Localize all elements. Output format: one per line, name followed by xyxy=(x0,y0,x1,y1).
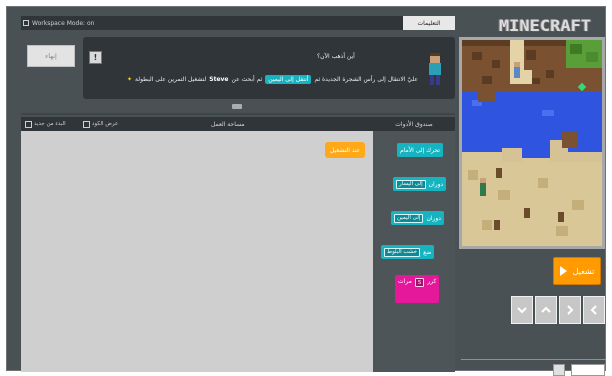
run-label: تشغيل xyxy=(572,266,595,276)
speed-toggle[interactable] xyxy=(553,364,565,376)
right-arrow-button[interactable] xyxy=(559,296,581,324)
block-repeat[interactable]: مرات 5 كرر xyxy=(395,275,440,303)
block-suffix: مرات xyxy=(398,278,412,285)
workspace-mode-link[interactable]: Workspace Mode: on xyxy=(23,17,94,29)
toolbox-header: صندوق الأدوات xyxy=(373,117,455,131)
block-label: دوران xyxy=(426,214,441,222)
block-field[interactable]: إلى اليسار xyxy=(396,179,426,189)
chevron-left-icon xyxy=(590,305,597,315)
run-button[interactable]: تشغيل xyxy=(553,257,601,285)
sun-icon: ✦ xyxy=(127,76,133,83)
instructions-text: ✦ لتشغيل التمرين على البطولة Steve ثم أب… xyxy=(127,75,418,84)
workspace-mode-label: Workspace Mode: on xyxy=(32,19,95,27)
minecraft-logo: MINECRAFT xyxy=(498,16,592,36)
block-turn-left[interactable]: إلى اليسار دوران xyxy=(393,177,447,191)
finish-button[interactable]: إنهاء xyxy=(27,45,75,67)
hint-icon[interactable]: ! xyxy=(89,51,102,64)
left-arrow-button[interactable] xyxy=(583,296,605,324)
avatar-icon xyxy=(429,53,441,85)
resize-handle[interactable] xyxy=(232,104,242,109)
block-turn-right[interactable]: إلى اليمين دوران xyxy=(391,211,444,225)
toolbox: تحرك إلى الأمام إلى اليسار دوران إلى الي… xyxy=(373,131,455,372)
when-run-block[interactable]: عند التشغيل xyxy=(325,142,366,158)
up-arrow-button[interactable] xyxy=(535,296,557,324)
block-field[interactable]: إلى اليمين xyxy=(394,213,424,223)
game-view xyxy=(459,37,605,249)
speed-input[interactable] xyxy=(571,364,605,376)
chevron-right-icon xyxy=(567,305,574,315)
instructions-highlight: أنتقل إلى اليمين xyxy=(265,75,312,84)
down-arrow-button[interactable] xyxy=(511,296,533,324)
divider xyxy=(21,113,455,115)
speed-slider[interactable] xyxy=(461,359,606,360)
instructions-title: أين أذهب الآن؟ xyxy=(317,53,355,60)
game-map xyxy=(462,40,602,246)
app-window: التعليمات Workspace Mode: on إنهاء ! أين… xyxy=(6,6,606,376)
reset-icon xyxy=(25,120,32,128)
chevron-down-icon xyxy=(517,307,527,314)
show-code-tool[interactable]: عرض الكود xyxy=(83,119,118,129)
block-label: دوران xyxy=(428,180,444,188)
instructions-bold: Steve xyxy=(209,76,229,83)
block-place[interactable]: خشب البلوط ضع xyxy=(381,245,435,259)
reset-tool[interactable]: البدء من جديد xyxy=(25,119,66,129)
block-label: ضع xyxy=(423,248,432,256)
instructions-after: لتشغيل التمرين على البطولة xyxy=(135,76,207,83)
block-label: تحرك إلى الأمام xyxy=(400,146,440,154)
block-field[interactable]: 5 xyxy=(414,278,425,287)
instructions-panel xyxy=(83,37,455,99)
instructions-middle: ثم أبحث عن xyxy=(231,76,263,83)
workspace-area[interactable]: عند التشغيل xyxy=(21,131,373,372)
show-code-label: عرض الكود xyxy=(92,121,119,127)
code-icon xyxy=(83,120,90,128)
play-icon xyxy=(559,266,567,276)
block-move-forward[interactable]: تحرك إلى الأمام xyxy=(397,143,443,157)
block-label: كرر xyxy=(427,278,437,285)
block-field[interactable]: خشب البلوط xyxy=(384,247,421,257)
instructions-before: عليّ الانتقال إلى رأس الشجرة الجديدة ثم xyxy=(314,76,418,83)
document-icon xyxy=(23,20,29,26)
reset-label: البدء من جديد xyxy=(34,121,66,127)
tab-instructions[interactable]: التعليمات xyxy=(403,16,455,30)
chevron-up-icon xyxy=(541,306,551,313)
workspace-header: البدء من جديد عرض الكود مساحة العمل xyxy=(21,117,373,131)
workspace-title: مساحة العمل xyxy=(211,120,245,128)
